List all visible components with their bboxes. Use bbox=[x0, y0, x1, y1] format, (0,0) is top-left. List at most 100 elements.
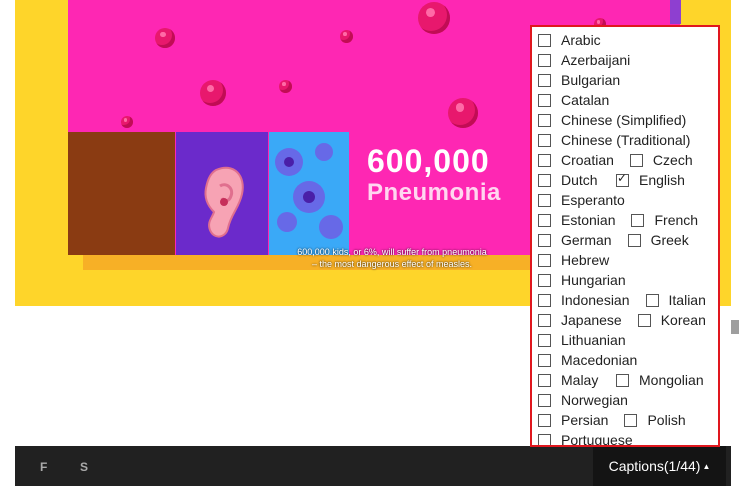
checkbox[interactable] bbox=[538, 353, 551, 367]
caption-option-label: Korean bbox=[660, 312, 706, 328]
checkbox[interactable] bbox=[538, 313, 551, 327]
caption-option-label: Mongolian bbox=[639, 372, 704, 388]
caption-option-esperanto[interactable]: Esperanto bbox=[538, 190, 625, 210]
checkbox[interactable] bbox=[645, 293, 659, 307]
caption-option-label: Polish bbox=[647, 412, 686, 428]
checkbox[interactable] bbox=[637, 313, 651, 327]
bubble-decoration bbox=[340, 30, 353, 43]
caption-option-malay[interactable]: Malay bbox=[538, 370, 598, 390]
checkbox[interactable] bbox=[538, 373, 551, 387]
scrollbar-thumb[interactable] bbox=[731, 320, 739, 334]
caption-option-bulgarian[interactable]: Bulgarian bbox=[538, 70, 620, 90]
control-f-button[interactable]: F bbox=[40, 460, 47, 474]
caption-option-label: Japanese bbox=[561, 312, 622, 328]
caption-option-lithuanian[interactable]: Lithuanian bbox=[538, 330, 626, 350]
checkbox[interactable] bbox=[538, 113, 551, 127]
caption-option-label: Dutch bbox=[561, 172, 598, 188]
caption-option-chinese-simplified[interactable]: Chinese (Simplified) bbox=[538, 110, 686, 130]
checkbox[interactable] bbox=[538, 233, 551, 247]
caption-option-label: Macedonian bbox=[561, 352, 638, 368]
headline-word: Pneumonia bbox=[367, 179, 501, 206]
checkbox[interactable] bbox=[629, 153, 643, 167]
checkbox[interactable] bbox=[538, 153, 551, 167]
captions-label: Captions(1/44) bbox=[608, 458, 701, 474]
bubble-decoration bbox=[448, 98, 478, 128]
checkbox[interactable] bbox=[538, 393, 551, 407]
captions-language-menu[interactable]: Arabic Azerbaijani Bulgarian Catalan Chinese… bbox=[530, 25, 720, 447]
caption-option-label: English bbox=[639, 172, 685, 188]
caption-option-azerbaijani[interactable]: Azerbaijani bbox=[538, 50, 630, 70]
checkbox[interactable] bbox=[538, 273, 551, 287]
caption-option-dutch[interactable]: Dutch bbox=[538, 170, 598, 190]
caption-option-english[interactable]: English bbox=[616, 170, 685, 190]
bubble-decoration bbox=[200, 80, 226, 106]
caption-option-label: Hungarian bbox=[561, 272, 626, 288]
caption-option-label: Arabic bbox=[561, 32, 601, 48]
caption-option-arabic[interactable]: Arabic bbox=[538, 30, 601, 50]
caption-option-label: Czech bbox=[652, 152, 693, 168]
caption-option-label: Portuguese bbox=[561, 432, 633, 447]
control-s-button[interactable]: S bbox=[80, 460, 88, 474]
bubble-decoration bbox=[418, 2, 450, 34]
checkbox[interactable] bbox=[538, 333, 551, 347]
illustration-lungs-panel bbox=[269, 132, 349, 255]
caret-up-icon: ▲ bbox=[702, 462, 711, 472]
caption-option-german[interactable]: German bbox=[538, 230, 612, 250]
caption-option-french[interactable]: French bbox=[631, 210, 698, 230]
caption-option-label: Chinese (Traditional) bbox=[561, 132, 691, 148]
caption-option-label: Malay bbox=[561, 372, 599, 388]
caption-option-label: Catalan bbox=[561, 92, 610, 108]
caption-option-norwegian[interactable]: Norwegian bbox=[538, 390, 628, 410]
checkbox[interactable] bbox=[616, 373, 629, 387]
caption-option-hebrew[interactable]: Hebrew bbox=[538, 250, 609, 270]
checkbox[interactable] bbox=[538, 53, 551, 67]
checkbox[interactable] bbox=[538, 133, 551, 147]
caption-option-macedonian[interactable]: Macedonian bbox=[538, 350, 637, 370]
checkbox[interactable] bbox=[538, 193, 551, 207]
caption-option-hungarian[interactable]: Hungarian bbox=[538, 270, 626, 290]
caption-option-label: Italian bbox=[668, 292, 706, 308]
captions-button[interactable]: Captions(1/44) ▲ bbox=[593, 446, 726, 486]
caption-option-persian[interactable]: Persian bbox=[538, 410, 608, 430]
player-controls-bar: F S Captions(1/44) ▲ bbox=[15, 446, 731, 486]
caption-option-portuguese[interactable]: Portuguese bbox=[538, 430, 633, 447]
bubble-decoration bbox=[121, 116, 133, 128]
checkbox[interactable] bbox=[631, 213, 645, 227]
checkbox[interactable] bbox=[538, 93, 551, 107]
caption-option-label: Chinese (Simplified) bbox=[561, 112, 687, 128]
bubble-decoration bbox=[279, 80, 292, 93]
checkbox[interactable] bbox=[627, 233, 641, 247]
caption-option-japanese[interactable]: Japanese bbox=[538, 310, 622, 330]
headline-number: 600,000 bbox=[367, 143, 490, 179]
checkbox[interactable] bbox=[538, 433, 551, 445]
checkbox[interactable] bbox=[616, 171, 629, 187]
checkbox[interactable] bbox=[538, 213, 551, 227]
caption-option-czech[interactable]: Czech bbox=[629, 150, 693, 170]
lung-texture-icon bbox=[275, 143, 343, 239]
checkbox[interactable] bbox=[538, 293, 551, 307]
caption-option-label: Azerbaijani bbox=[561, 52, 631, 68]
caption-option-label: Norwegian bbox=[561, 392, 628, 408]
caption-option-polish[interactable]: Polish bbox=[624, 410, 686, 430]
checkbox[interactable] bbox=[538, 33, 551, 47]
checkbox[interactable] bbox=[538, 413, 551, 427]
caption-option-chinese-traditional[interactable]: Chinese (Traditional) bbox=[538, 130, 690, 150]
caption-option-catalan[interactable]: Catalan bbox=[538, 90, 609, 110]
caption-option-italian[interactable]: Italian bbox=[645, 290, 706, 310]
checkbox[interactable] bbox=[538, 253, 551, 267]
video-frame-edge bbox=[670, 0, 681, 24]
caption-option-indonesian[interactable]: Indonesian bbox=[538, 290, 630, 310]
caption-option-greek[interactable]: Greek bbox=[627, 230, 689, 250]
caption-option-estonian[interactable]: Estonian bbox=[538, 210, 615, 230]
checkbox[interactable] bbox=[538, 173, 551, 187]
caption-option-korean[interactable]: Korean bbox=[637, 310, 706, 330]
caption-option-croatian[interactable]: Croatian bbox=[538, 150, 614, 170]
illustration-rash-panel bbox=[68, 132, 175, 255]
caption-option-label: Bulgarian bbox=[561, 72, 621, 88]
caption-option-mongolian[interactable]: Mongolian bbox=[616, 370, 704, 390]
caption-option-label: Croatian bbox=[561, 152, 614, 168]
checkbox[interactable] bbox=[538, 73, 551, 87]
subtitle-line: 600,000 kids, or 6%, will suffer from pn… bbox=[297, 247, 487, 257]
ear-icon bbox=[204, 166, 244, 238]
checkbox[interactable] bbox=[624, 413, 638, 427]
